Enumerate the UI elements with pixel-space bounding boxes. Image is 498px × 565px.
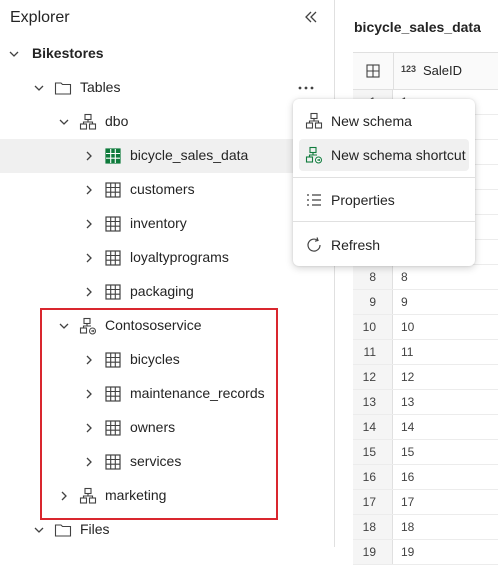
table-row[interactable]: 11 11 (353, 340, 498, 365)
row-number: 16 (353, 465, 393, 489)
table-icon (104, 147, 122, 165)
cell-saleid: 19 (401, 545, 415, 559)
numeric-type-icon: 123 (401, 64, 417, 74)
chevron-right-icon[interactable] (82, 217, 96, 231)
cell-saleid: 16 (401, 470, 415, 484)
tree-item-label: Bikestores (32, 45, 104, 61)
chevron-down-icon[interactable] (32, 523, 46, 537)
cell-saleid: 12 (401, 370, 415, 384)
menu-divider (293, 177, 475, 178)
menu-item-new-schema-shortcut[interactable]: New schema shortcut (299, 139, 469, 171)
folder-icon (54, 79, 72, 97)
cell-saleid: 8 (401, 270, 408, 284)
table-row[interactable]: 13 13 (353, 390, 498, 415)
row-number: 11 (353, 340, 393, 364)
chevron-right-icon[interactable] (82, 149, 96, 163)
row-number: 14 (353, 415, 393, 439)
column-header-saleid[interactable]: SaleID (423, 63, 462, 78)
schema-icon (79, 113, 97, 131)
table-row[interactable]: 12 12 (353, 365, 498, 390)
chevron-down-icon[interactable] (7, 47, 21, 61)
collapse-panel-icon[interactable] (302, 8, 320, 26)
tree-item-label: Files (80, 521, 110, 537)
tree-item-label: customers (130, 181, 195, 197)
cell-saleid: 13 (401, 395, 415, 409)
menu-item-label: New schema shortcut (331, 147, 466, 163)
table-row[interactable]: 17 17 (353, 490, 498, 515)
schema-icon (305, 112, 323, 130)
row-number: 9 (353, 290, 393, 314)
table-row[interactable]: 99 (353, 290, 498, 315)
menu-divider (293, 221, 475, 222)
highlight-box (40, 308, 278, 520)
table-icon (104, 283, 122, 301)
table-row[interactable]: 19 19 (353, 540, 498, 565)
table-title: bicycle_sales_data (354, 19, 481, 35)
tree-item-label: packaging (130, 283, 194, 299)
tree-item-bicycle-sales-data[interactable]: bicycle_sales_data (0, 139, 334, 173)
grid-header: 123 SaleID (353, 52, 498, 90)
folder-icon (54, 521, 72, 539)
row-number: 8 (353, 265, 393, 289)
tree-item-bikestores[interactable]: Bikestores (0, 37, 334, 71)
row-number: 15 (353, 440, 393, 464)
table-row[interactable]: 15 15 (353, 440, 498, 465)
row-number: 12 (353, 365, 393, 389)
table-row[interactable]: 16 16 (353, 465, 498, 490)
table-row[interactable]: 10 10 (353, 315, 498, 340)
menu-item-new-schema[interactable]: New schema (299, 105, 469, 137)
row-number: 13 (353, 390, 393, 414)
menu-item-label: Properties (331, 192, 395, 208)
tree-item-label: dbo (105, 113, 129, 129)
cell-saleid: 10 (401, 320, 415, 334)
tree-item-label: inventory (130, 215, 187, 231)
cell-saleid: 14 (401, 420, 415, 434)
context-menu: New schema New schema shortcut Properties R… (293, 99, 475, 266)
tree-item-label: Tables (80, 79, 121, 95)
select-all-cell[interactable] (353, 53, 394, 89)
cell-saleid: 11 (401, 345, 414, 359)
explorer-title: Explorer (10, 9, 70, 26)
tree-item-loyaltyprograms[interactable]: loyaltyprograms (0, 241, 334, 275)
table-row[interactable]: 18 18 (353, 515, 498, 540)
cell-saleid: 17 (401, 495, 415, 509)
table-icon (104, 215, 122, 233)
row-number: 17 (353, 490, 393, 514)
table-row[interactable]: 14 14 (353, 415, 498, 440)
chevron-right-icon[interactable] (82, 285, 96, 299)
table-icon (104, 181, 122, 199)
properties-icon (305, 191, 323, 209)
tree-item-customers[interactable]: customers (0, 173, 334, 207)
cell-saleid: 9 (401, 295, 408, 309)
row-number: 19 (353, 540, 393, 564)
menu-item-label: New schema (331, 113, 412, 129)
more-options-icon[interactable] (296, 79, 316, 97)
refresh-icon (305, 236, 323, 254)
row-number: 10 (353, 315, 393, 339)
table-preview: bicycle_sales_data 123 SaleID 1122334455… (335, 0, 498, 565)
chevron-right-icon[interactable] (82, 183, 96, 197)
tree-item-dbo[interactable]: dbo (0, 105, 334, 139)
tree-item-label: loyaltyprograms (130, 249, 229, 265)
table-row[interactable]: 88 (353, 265, 498, 290)
menu-item-label: Refresh (331, 237, 381, 253)
cell-saleid: 15 (401, 445, 415, 459)
tree-item-inventory[interactable]: inventory (0, 207, 334, 241)
menu-item-properties[interactable]: Properties (299, 184, 469, 216)
table-icon (104, 249, 122, 267)
tree-item-packaging[interactable]: packaging (0, 275, 334, 309)
schema-shortcut-icon (305, 146, 323, 164)
cell-saleid: 18 (401, 520, 415, 534)
tree-item-label: bicycle_sales_data (130, 147, 249, 163)
chevron-down-icon[interactable] (57, 115, 71, 129)
row-number: 18 (353, 515, 393, 539)
tree-item-tables[interactable]: Tables (0, 71, 334, 105)
chevron-right-icon[interactable] (82, 251, 96, 265)
chevron-down-icon[interactable] (32, 81, 46, 95)
menu-item-refresh[interactable]: Refresh (299, 229, 469, 261)
